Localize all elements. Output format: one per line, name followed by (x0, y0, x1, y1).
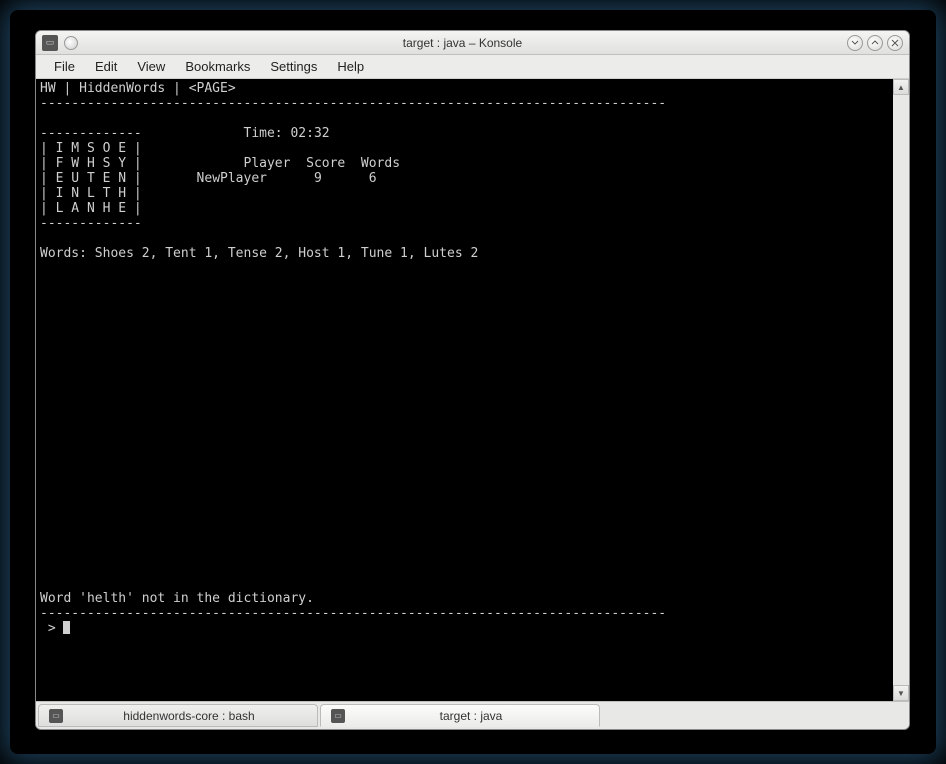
grid-row: | E U T E N | (40, 171, 142, 186)
term-divider: ----------------------------------------… (40, 606, 666, 621)
menu-file[interactable]: File (44, 57, 85, 76)
term-header: HW | HiddenWords | <PAGE> (40, 81, 236, 96)
tab-label: target : java (353, 709, 589, 723)
cursor-icon (63, 621, 70, 634)
grid-border-top: ------------- (40, 126, 142, 141)
tabbar: ▭ hiddenwords-core : bash ▭ target : jav… (36, 701, 909, 729)
app-icon: ▭ (42, 35, 58, 51)
pin-button[interactable] (64, 36, 78, 50)
term-divider: ----------------------------------------… (40, 96, 666, 111)
menu-bookmarks[interactable]: Bookmarks (175, 57, 260, 76)
score-row: NewPlayer 9 6 (197, 171, 377, 186)
menu-edit[interactable]: Edit (85, 57, 127, 76)
terminal-icon: ▭ (49, 709, 63, 723)
words-line: Words: Shoes 2, Tent 1, Tense 2, Host 1,… (40, 246, 478, 261)
score-header: Player Score Words (244, 156, 401, 171)
terminal[interactable]: HW | HiddenWords | <PAGE> --------------… (36, 79, 893, 701)
grid-row: | I M S O E | (40, 141, 142, 156)
menu-settings[interactable]: Settings (260, 57, 327, 76)
window-title: target : java – Konsole (82, 36, 843, 50)
menu-help[interactable]: Help (327, 57, 374, 76)
time-label: Time: 02:32 (244, 126, 330, 141)
prompt: > (40, 621, 63, 636)
tab-target-java[interactable]: ▭ target : java (320, 704, 600, 727)
terminal-icon: ▭ (331, 709, 345, 723)
error-line: Word 'helth' not in the dictionary. (40, 591, 314, 606)
grid-row: | F W H S Y | (40, 156, 142, 171)
tab-hiddenwords-core[interactable]: ▭ hiddenwords-core : bash (38, 704, 318, 727)
scroll-track[interactable] (893, 95, 909, 685)
grid-border-bottom: ------------- (40, 216, 142, 231)
grid-row: | I N L T H | (40, 186, 142, 201)
grid-row: | L A N H E | (40, 201, 142, 216)
titlebar[interactable]: ▭ target : java – Konsole (36, 31, 909, 55)
scrollbar[interactable]: ▲ ▼ (893, 79, 909, 701)
tab-label: hiddenwords-core : bash (71, 709, 307, 723)
maximize-button[interactable] (867, 35, 883, 51)
scroll-down-button[interactable]: ▼ (893, 685, 909, 701)
scroll-up-button[interactable]: ▲ (893, 79, 909, 95)
close-button[interactable] (887, 35, 903, 51)
terminal-area: HW | HiddenWords | <PAGE> --------------… (36, 79, 909, 701)
menu-view[interactable]: View (127, 57, 175, 76)
konsole-window: ▭ target : java – Konsole File Edit View… (35, 30, 910, 730)
menubar: File Edit View Bookmarks Settings Help (36, 55, 909, 79)
minimize-button[interactable] (847, 35, 863, 51)
